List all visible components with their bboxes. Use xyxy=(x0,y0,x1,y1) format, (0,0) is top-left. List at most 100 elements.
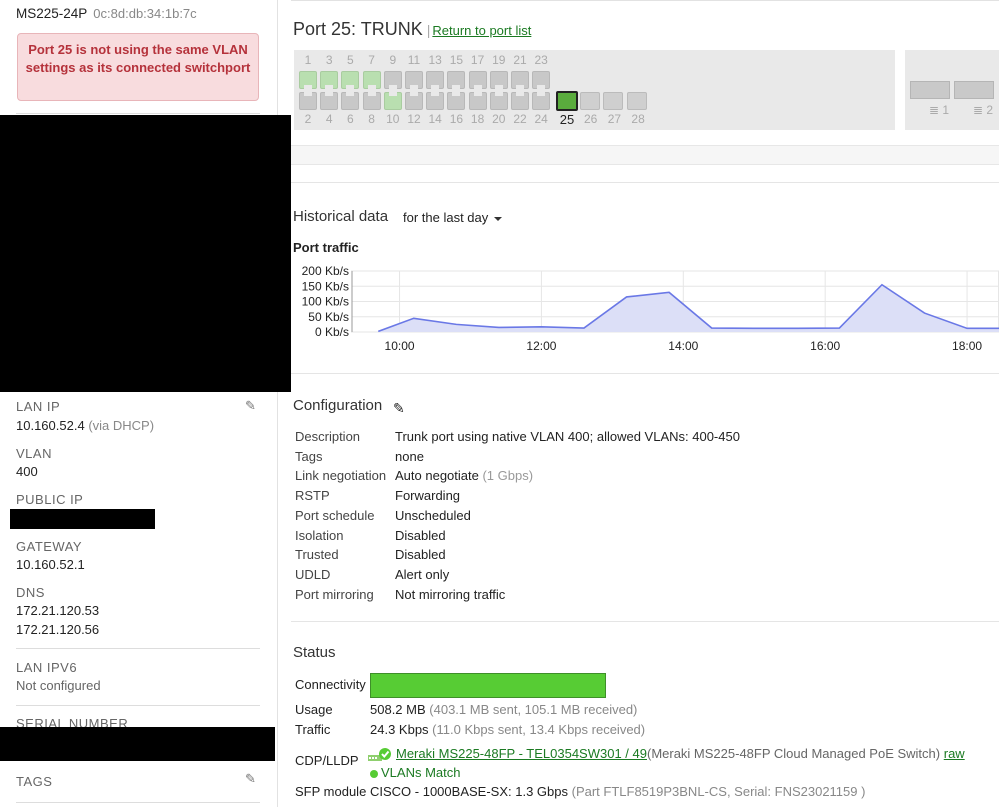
port-number-label: 20 xyxy=(492,112,506,126)
sfp-label: SFP module xyxy=(295,784,367,799)
switch-port-1[interactable] xyxy=(299,71,317,89)
port-number-label: 22 xyxy=(513,112,527,126)
divider xyxy=(291,182,999,183)
dns-value-1: 172.21.120.53 xyxy=(16,603,100,618)
switch-port-23[interactable] xyxy=(532,71,551,89)
switch-port-9[interactable] xyxy=(383,71,402,89)
uplink-port-1[interactable] xyxy=(910,81,950,99)
x-tick-label: 18:00 xyxy=(952,339,982,353)
sfp-note: (Part FTLF8519P3BNL-CS, Serial: FNS23021… xyxy=(571,784,866,799)
port-number-label: 2 xyxy=(304,112,312,126)
switch-port-20[interactable] xyxy=(489,92,508,110)
port-number-label: 13 xyxy=(428,53,442,67)
time-range-value: for the last day xyxy=(403,210,489,225)
config-key: Link negotiation xyxy=(295,468,387,484)
uplink-port-2[interactable] xyxy=(954,81,994,99)
neighbor-link[interactable]: Meraki MS225-48FP - TEL0354SW301 / 49 xyxy=(396,746,647,761)
divider xyxy=(16,648,260,649)
edit-pencil-icon[interactable]: ✎ xyxy=(245,399,257,412)
separator: | xyxy=(426,22,431,38)
tags-label: TAGS xyxy=(16,774,53,789)
device-model: MS225-24P xyxy=(16,6,88,21)
lan-ipv6-label: LAN IPV6 xyxy=(16,660,78,675)
switch-port-10[interactable] xyxy=(383,92,402,110)
switch-port-2[interactable] xyxy=(299,92,317,110)
x-tick-label: 16:00 xyxy=(810,339,840,353)
port-number-label: 6 xyxy=(347,112,354,126)
switch-port-4[interactable] xyxy=(320,92,339,110)
switch-port-7[interactable] xyxy=(362,71,381,89)
divider xyxy=(291,0,999,1)
switch-port-5[interactable] xyxy=(341,71,360,89)
switch-port-18[interactable] xyxy=(468,92,487,110)
connectivity-label: Connectivity xyxy=(295,677,366,692)
time-range-dropdown[interactable]: for the last day xyxy=(403,210,503,225)
port-number-label: 12 xyxy=(407,112,421,126)
sfp-port-26[interactable] xyxy=(579,92,600,110)
port-number-label: 21 xyxy=(513,53,527,67)
y-tick-label: 50 Kb/s xyxy=(308,310,349,324)
port-number-label: 23 xyxy=(534,53,548,67)
sfp-port-27[interactable] xyxy=(603,92,624,110)
edit-pencil-icon[interactable]: ✎ xyxy=(245,772,257,785)
switch-port-13[interactable] xyxy=(426,71,445,89)
configuration-title: Configuration xyxy=(293,397,383,414)
cdp-neighbor: Meraki MS225-48FP - TEL0354SW301 / 49(Me… xyxy=(396,746,965,761)
port-number-label: 18 xyxy=(470,112,485,126)
switch-port-17[interactable] xyxy=(468,71,487,89)
page-title: Port 25: TRUNK xyxy=(293,19,423,39)
config-value: Disabled xyxy=(395,547,446,563)
switch-port-22[interactable] xyxy=(511,92,529,110)
switch-port-24[interactable] xyxy=(532,92,551,110)
config-value: Trunk port using native VLAN 400; allowe… xyxy=(395,429,740,444)
device-header: MS225-24P 0c:8d:db:34:1b:7c xyxy=(16,6,197,21)
config-key: Port schedule xyxy=(295,507,375,523)
switch-port-11[interactable] xyxy=(405,71,423,89)
vlans-match-status: VLANs Match xyxy=(370,765,460,780)
connectivity-bar[interactable] xyxy=(370,673,606,698)
port-number-label: 17 xyxy=(470,53,485,67)
sfp-port-25[interactable] xyxy=(556,91,578,111)
port-number-label: 27 xyxy=(607,112,622,126)
dns-value-2: 172.21.120.56 xyxy=(16,622,100,637)
dns-label: DNS xyxy=(16,585,45,600)
redacted-serial xyxy=(0,727,275,761)
switch-port-19[interactable] xyxy=(489,71,508,89)
sfp-port-28[interactable] xyxy=(627,92,648,110)
config-value: none xyxy=(395,448,424,464)
neighbor-check-icon xyxy=(368,748,391,761)
sfp-module: CISCO - 1000BASE-SX: 1.3 Gbps xyxy=(370,784,568,799)
uplink-port-label: ≣ 1 xyxy=(928,103,950,117)
config-value: Alert only xyxy=(395,566,450,582)
config-key: Description xyxy=(295,429,361,444)
port-number-label: 8 xyxy=(368,112,375,126)
lan-ip: 10.160.52.4 xyxy=(16,418,85,433)
usage-note: (403.1 MB sent, 105.1 MB received) xyxy=(429,702,638,717)
port-number-label: 14 xyxy=(428,112,442,126)
port-number-label: 25 xyxy=(559,112,575,127)
config-value: Unscheduled xyxy=(395,507,471,523)
status-dot-icon xyxy=(370,769,378,778)
return-to-port-list-link[interactable]: Return to port list xyxy=(432,23,531,38)
redacted-public-ip xyxy=(10,509,155,529)
switch-port-8[interactable] xyxy=(362,92,381,110)
traffic-note: (11.0 Kbps sent, 13.4 Kbps received) xyxy=(432,722,646,737)
switch-port-3[interactable] xyxy=(320,71,339,89)
device-mac: 0c:8d:db:34:1b:7c xyxy=(93,6,197,21)
switch-port-6[interactable] xyxy=(341,92,360,110)
cdp-label: CDP/LLDP xyxy=(295,753,359,768)
divider xyxy=(16,802,260,803)
y-tick-label: 0 Kb/s xyxy=(315,325,349,339)
port-number-label: 11 xyxy=(407,53,421,67)
port-number-label: 24 xyxy=(534,112,548,126)
switch-port-21[interactable] xyxy=(511,71,529,89)
switch-port-14[interactable] xyxy=(426,92,445,110)
usage-label: Usage xyxy=(295,702,333,717)
raw-link[interactable]: raw xyxy=(944,746,965,761)
switch-port-12[interactable] xyxy=(405,92,423,110)
switch-port-16[interactable] xyxy=(447,92,466,110)
config-value: Not mirroring traffic xyxy=(395,586,506,602)
public-ip-label: PUBLIC IP xyxy=(16,492,84,507)
switch-port-15[interactable] xyxy=(447,71,466,89)
edit-pencil-icon[interactable]: ✎ xyxy=(393,400,405,417)
